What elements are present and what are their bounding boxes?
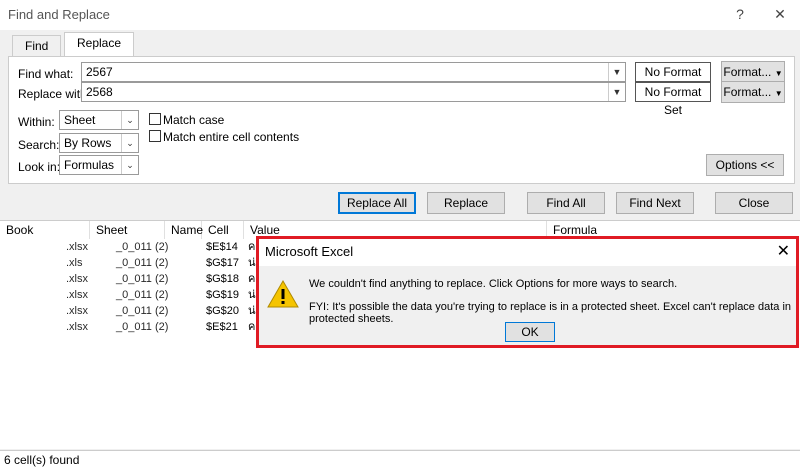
replace-panel: Find what: 2567 ▼ No Format Set Format..… xyxy=(8,56,795,184)
find-format-button[interactable]: Format... ▼ xyxy=(721,61,785,83)
chevron-down-icon[interactable]: ⌄ xyxy=(121,111,138,129)
row-book: .xls xyxy=(66,257,83,269)
chevron-down-icon[interactable]: ▼ xyxy=(608,63,625,81)
row-cell: $E$14 xyxy=(206,241,238,253)
replace-with-value: 2568 xyxy=(86,85,113,99)
row-sheet: _0_011 (2) xyxy=(116,321,169,333)
tab-find[interactable]: Find xyxy=(12,35,62,56)
row-value: ค xyxy=(248,273,256,285)
column-header-name[interactable]: Name xyxy=(165,221,203,239)
row-sheet: _0_011 (2) xyxy=(116,241,169,253)
within-select[interactable]: Sheet ⌄ xyxy=(59,110,139,130)
look-in-select[interactable]: Formulas ⌄ xyxy=(59,155,139,175)
replace-format-label: Format... xyxy=(723,85,772,99)
column-header-cell[interactable]: Cell xyxy=(202,221,244,239)
row-cell: $G$20 xyxy=(206,305,240,317)
row-cell: $G$17 xyxy=(206,257,240,269)
row-book: .xlsx xyxy=(66,305,88,317)
column-header-book[interactable]: Book xyxy=(0,221,90,239)
match-case-label: Match case xyxy=(163,113,225,127)
title-bar: Find and Replace ? ✕ xyxy=(0,0,800,30)
replace-with-label: Replace with: xyxy=(18,87,91,101)
find-next-button[interactable]: Find Next xyxy=(616,192,694,214)
match-entire-label: Match entire cell contents xyxy=(163,130,300,144)
replace-all-button[interactable]: Replace All xyxy=(338,192,416,214)
row-sheet: _0_011 (2) xyxy=(116,305,169,317)
match-entire-checkbox[interactable] xyxy=(149,130,161,142)
row-cell: $G$18 xyxy=(206,273,240,285)
chevron-down-icon[interactable]: ⌄ xyxy=(121,134,138,152)
close-icon[interactable]: ✕ xyxy=(777,241,790,261)
message-box: Microsoft Excel ✕ We couldn't find anyth… xyxy=(256,236,799,348)
replace-with-input[interactable]: 2568 ▼ xyxy=(81,82,626,102)
find-format-label: Format... xyxy=(723,65,772,79)
options-button[interactable]: Options << xyxy=(706,154,784,176)
ok-button[interactable]: OK xyxy=(505,322,555,342)
find-what-value: 2567 xyxy=(86,65,113,79)
row-sheet: _0_011 (2) xyxy=(116,289,169,301)
within-label: Within: xyxy=(18,115,55,129)
replace-format-preview: No Format Set xyxy=(635,82,711,117)
tab-replace[interactable]: Replace xyxy=(64,32,135,57)
row-book: .xlsx xyxy=(66,273,88,285)
search-select[interactable]: By Rows ⌄ xyxy=(59,133,139,153)
look-in-value: Formulas xyxy=(64,158,115,172)
find-what-label: Find what: xyxy=(18,67,74,81)
message-body: We couldn't find anything to replace. Cl… xyxy=(259,266,796,345)
row-book: .xlsx xyxy=(66,289,88,301)
window-title: Find and Replace xyxy=(8,7,110,22)
status-bar: 6 cell(s) found xyxy=(0,450,800,468)
look-in-label: Look in: xyxy=(18,160,61,174)
close-button[interactable]: Close xyxy=(715,192,793,214)
row-value: น่ xyxy=(248,305,256,317)
chevron-down-icon: ▼ xyxy=(774,89,783,98)
row-sheet: _0_011 (2) xyxy=(116,257,169,269)
help-icon[interactable]: ? xyxy=(730,5,750,23)
row-book: .xlsx xyxy=(66,321,88,333)
replace-format-button[interactable]: Format... ▼ xyxy=(721,81,785,103)
warning-icon xyxy=(267,280,299,308)
replace-button[interactable]: Replace xyxy=(427,192,505,214)
row-value: น่ xyxy=(248,289,256,301)
find-replace-dialog: Find and Replace ? ✕ Find Replace Find w… xyxy=(0,0,800,468)
row-value: น่ xyxy=(248,257,256,269)
find-what-input[interactable]: 2567 ▼ xyxy=(81,62,626,82)
row-sheet: _0_011 (2) xyxy=(116,273,169,285)
close-window-icon[interactable]: ✕ xyxy=(770,5,790,23)
match-case-checkbox[interactable] xyxy=(149,113,161,125)
within-value: Sheet xyxy=(64,113,96,127)
search-label: Search: xyxy=(18,138,60,152)
chevron-down-icon: ▼ xyxy=(774,69,783,78)
row-value: ค xyxy=(248,241,256,253)
search-value: By Rows xyxy=(64,136,112,150)
row-value: ค xyxy=(248,321,256,333)
find-format-preview: No Format Set xyxy=(635,62,711,97)
column-header-sheet[interactable]: Sheet xyxy=(90,221,165,239)
chevron-down-icon[interactable]: ⌄ xyxy=(121,156,138,174)
row-cell: $E$21 xyxy=(206,321,238,333)
find-all-button[interactable]: Find All xyxy=(527,192,605,214)
row-book: .xlsx xyxy=(66,241,88,253)
message-title: Microsoft Excel xyxy=(265,244,354,259)
message-line-1: We couldn't find anything to replace. Cl… xyxy=(309,278,678,290)
chevron-down-icon[interactable]: ▼ xyxy=(608,83,625,101)
row-cell: $G$19 xyxy=(206,289,240,301)
